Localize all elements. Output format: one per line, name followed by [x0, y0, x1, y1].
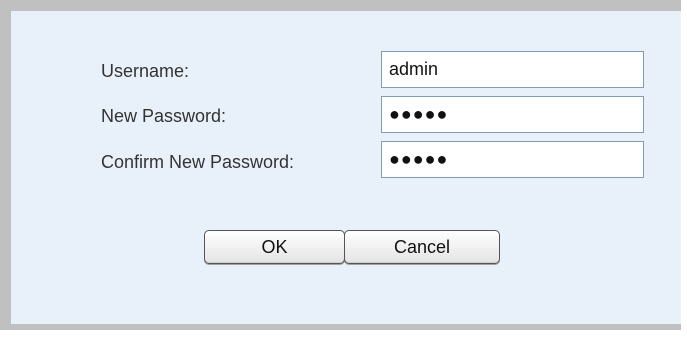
username-field[interactable]: admin [381, 51, 644, 88]
dialog-frame: Username: admin New Password: ●●●●● Conf… [0, 0, 687, 337]
confirm-password-label: Confirm New Password: [101, 152, 295, 172]
new-password-label: New Password: [101, 106, 227, 126]
new-password-field[interactable]: ●●●●● [381, 96, 644, 133]
username-label: Username: [101, 61, 190, 81]
dialog-border: Username: admin New Password: ●●●●● Conf… [0, 0, 681, 330]
cancel-button[interactable]: Cancel [344, 230, 500, 264]
confirm-password-field[interactable]: ●●●●● [381, 141, 644, 178]
password-change-form: Username: admin New Password: ●●●●● Conf… [11, 11, 681, 324]
ok-button[interactable]: OK [204, 230, 345, 264]
